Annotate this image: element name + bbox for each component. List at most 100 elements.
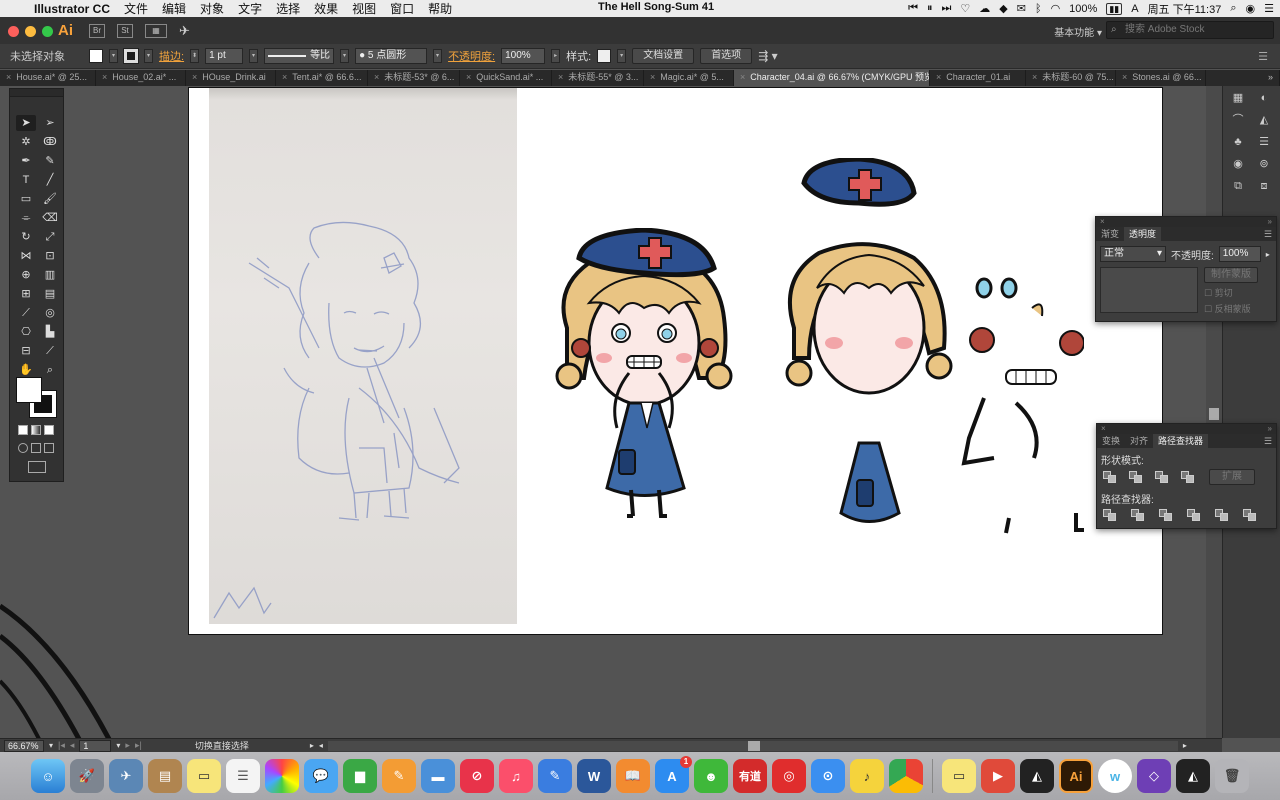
variable-width-profile[interactable]: 等比 [264, 48, 335, 64]
screen-mode-icon[interactable] [28, 461, 46, 473]
symbol-sprayer-tool-icon[interactable]: ⎔ [16, 324, 36, 340]
numbers-icon[interactable]: ▆ [343, 759, 377, 793]
chrome-icon[interactable] [889, 759, 923, 793]
brushes-panel-icon[interactable]: ⌒ [1229, 112, 1247, 128]
fill-stroke-widget[interactable] [16, 377, 58, 418]
music-icon[interactable]: ♫ [499, 759, 533, 793]
minus-front-icon[interactable] [1129, 471, 1143, 483]
draw-normal-icon[interactable] [18, 443, 28, 453]
fill-dropdown[interactable]: ▾ [109, 49, 118, 63]
appstore-icon[interactable]: A1 [655, 756, 692, 793]
netease-icon[interactable]: ◎ [772, 759, 806, 793]
hscroll-right-icon[interactable]: ▸ [1183, 741, 1187, 750]
opacity-arrow-icon[interactable]: ▸ [1266, 250, 1270, 259]
heart-icon[interactable]: ♡ [960, 2, 970, 15]
news-icon[interactable]: ⊘ [460, 759, 494, 793]
face-feature-parts[interactable] [954, 268, 1084, 538]
finder-icon[interactable]: ☺ [31, 759, 65, 793]
menu-select[interactable]: 选择 [276, 0, 300, 17]
make-mask-button[interactable]: 制作蒙版 [1204, 267, 1258, 283]
color-panel-icon[interactable]: ◐ [1255, 90, 1273, 106]
divide-icon[interactable] [1103, 509, 1117, 521]
zoom-dropdown-icon[interactable]: ▾ [49, 741, 53, 750]
notification-center-icon[interactable]: ☰ [1264, 2, 1274, 15]
expand-button[interactable]: 扩展 [1209, 469, 1255, 485]
pages-icon[interactable]: ✎ [382, 759, 416, 793]
battery-icon[interactable]: ▮▮ [1106, 2, 1123, 15]
youdao-icon[interactable]: 有道 [733, 759, 767, 793]
tool-hint-text[interactable]: 切换直接选择 [195, 739, 305, 752]
zoom-window-button[interactable] [42, 26, 53, 37]
tab-transparency[interactable]: 透明度 [1124, 227, 1162, 241]
illustrator-icon[interactable]: Ai [1059, 759, 1093, 793]
notes2-icon[interactable]: ✎ [538, 759, 572, 793]
unity-icon[interactable]: ◭ [1020, 759, 1054, 793]
opacity-panel-link[interactable]: 不透明度: [448, 48, 495, 64]
mask-thumbnail[interactable] [1100, 267, 1198, 313]
now-playing-title[interactable]: The Hell Song-Sum 41 [598, 1, 714, 13]
rectangle-tool-icon[interactable]: ▭ [16, 191, 36, 207]
stock-button[interactable]: St [117, 23, 133, 38]
mesh-tool-icon[interactable]: ⊞ [16, 286, 36, 302]
close-tab-icon[interactable]: × [650, 72, 655, 82]
tab-untitled-53[interactable]: × 未标题-53* @ 6... [368, 70, 460, 86]
pen-tool-icon[interactable]: ✒ [16, 153, 36, 169]
tab-house-02[interactable]: × House_02.ai* ... [96, 70, 186, 86]
brush-definition[interactable]: ● 5 点圆形 [355, 48, 428, 64]
vertical-scrollbar[interactable] [1206, 86, 1222, 738]
tools-panel-grip[interactable] [10, 89, 63, 97]
minimize-window-button[interactable] [25, 26, 36, 37]
gradient-tool-icon[interactable]: ▤ [40, 286, 60, 302]
stock-search-input[interactable]: ⌕ 搜索 Adobe Stock [1106, 21, 1274, 39]
lasso-tool-icon[interactable]: ↂ [40, 134, 60, 150]
trash-icon[interactable]: 🗑 [1215, 759, 1249, 793]
mail-icon[interactable]: ✉ [1017, 2, 1026, 15]
menu-view[interactable]: 视图 [352, 0, 376, 17]
artboard-tool-icon[interactable]: ⊟ [16, 343, 36, 359]
menu-window[interactable]: 窗口 [390, 0, 414, 17]
close-tab-icon[interactable]: × [936, 72, 941, 82]
menu-help[interactable]: 帮助 [428, 0, 452, 17]
vs-icon[interactable]: ◇ [1137, 759, 1171, 793]
launchpad-icon[interactable]: 🚀 [70, 759, 104, 793]
scrollbar-thumb[interactable] [1209, 408, 1219, 420]
gradient-mode-icon[interactable] [31, 425, 41, 435]
unite-icon[interactable] [1103, 471, 1117, 483]
merge-icon[interactable] [1159, 509, 1173, 521]
tab-transform[interactable]: 变换 [1097, 434, 1125, 448]
width-tool-icon[interactable]: ⋈ [16, 248, 36, 264]
messages-icon[interactable]: 💬 [304, 759, 338, 793]
hscroll-left-icon[interactable]: ◂ [319, 741, 323, 750]
workspace-switcher[interactable]: 基本功能 ▾ [1054, 24, 1102, 39]
stickies-icon[interactable]: ▭ [187, 759, 221, 793]
canvas[interactable] [0, 86, 1222, 738]
selection-tool-icon[interactable]: ➤ [16, 115, 36, 131]
bridge-button[interactable]: Br [89, 23, 105, 38]
reminders-icon[interactable]: ☰ [226, 759, 260, 793]
close-tab-icon[interactable]: × [1122, 72, 1127, 82]
wifi-icon[interactable]: ◠ [1051, 2, 1061, 15]
tab-character-01[interactable]: × Character_01.ai [930, 70, 1026, 86]
reference-sketch-photo[interactable] [209, 88, 517, 624]
close-tab-icon[interactable]: × [192, 72, 197, 82]
perspective-grid-tool-icon[interactable]: ▥ [40, 267, 60, 283]
stroke-panel-link[interactable]: 描边: [159, 48, 184, 64]
arrange-documents-button[interactable]: ▦ [145, 23, 167, 38]
line-tool-icon[interactable]: ╱ [40, 172, 60, 188]
preview-icon[interactable]: ✈ [109, 759, 143, 793]
tab-quicksand[interactable]: × QuickSand.ai* ... [460, 70, 552, 86]
unity2-icon[interactable]: ◭ [1176, 759, 1210, 793]
next-track-icon[interactable]: ⏭ [941, 2, 951, 15]
crop-icon[interactable] [1187, 509, 1201, 521]
books-icon[interactable]: 📖 [616, 759, 650, 793]
stroke-dropdown[interactable]: ▾ [144, 49, 153, 63]
menu-type[interactable]: 文字 [238, 0, 262, 17]
shape-builder-tool-icon[interactable]: ⊕ [16, 267, 36, 283]
kuwo-icon[interactable]: ♪ [850, 759, 884, 793]
eyedropper-tool-icon[interactable]: ⟋ [16, 305, 36, 321]
rotate-tool-icon[interactable]: ↻ [16, 229, 36, 245]
symbols-panel-icon[interactable]: ♣ [1229, 134, 1247, 150]
video-icon[interactable]: ▶ [981, 759, 1015, 793]
appearance-panel-icon[interactable]: ◉ [1229, 156, 1247, 172]
keynote-icon[interactable]: ▬ [421, 759, 455, 793]
